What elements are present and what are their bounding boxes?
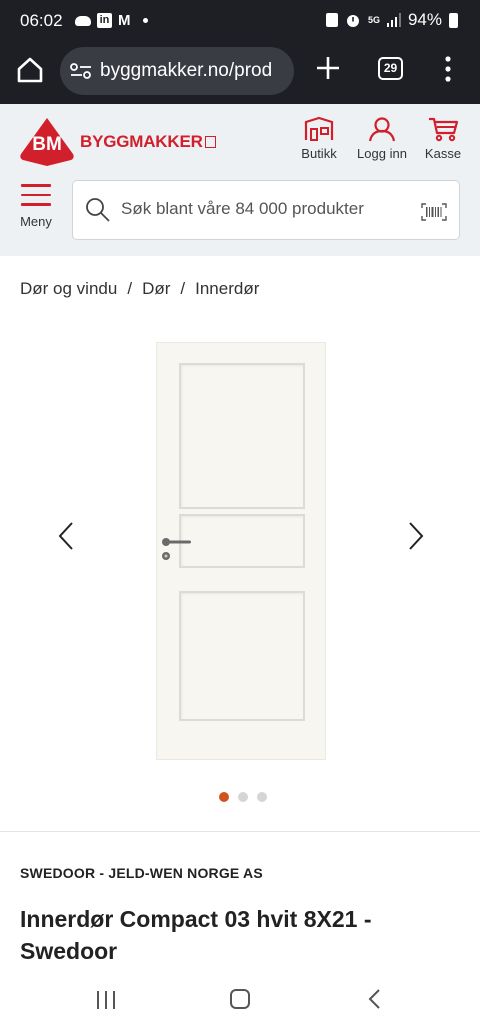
system-navigation-bar bbox=[0, 975, 480, 1029]
barcode-scan-icon[interactable] bbox=[421, 203, 447, 221]
divider bbox=[0, 831, 480, 832]
signal-icon bbox=[386, 13, 401, 27]
product-brand[interactable]: SWEDOOR - JELD-WEN NORGE AS bbox=[20, 865, 263, 881]
weather-icon bbox=[75, 15, 91, 26]
search-box[interactable] bbox=[72, 180, 460, 240]
door-handle-icon bbox=[162, 538, 191, 560]
product-image-gallery[interactable] bbox=[0, 320, 480, 820]
breadcrumb-separator: / bbox=[180, 279, 186, 298]
chevron-right-icon[interactable] bbox=[402, 520, 428, 552]
recent-apps-icon[interactable] bbox=[96, 990, 116, 1010]
gmail-icon: M bbox=[118, 12, 131, 29]
network-type: 5G bbox=[367, 14, 380, 25]
login-button[interactable]: Logg inn bbox=[352, 116, 412, 161]
battery-icon bbox=[449, 12, 458, 28]
home-button-icon[interactable] bbox=[230, 989, 250, 1009]
url-bar[interactable]: byggmakker.no/prod bbox=[60, 47, 294, 95]
product-image bbox=[156, 342, 326, 760]
user-icon bbox=[368, 117, 396, 142]
breadcrumb-item[interactable]: Dør bbox=[142, 279, 170, 299]
back-icon[interactable] bbox=[367, 988, 383, 1010]
battery-percent: 94% bbox=[407, 10, 442, 29]
browser-toolbar: byggmakker.no/prod 29 bbox=[0, 40, 480, 104]
breadcrumb-item[interactable]: Dør og vindu bbox=[20, 279, 117, 299]
alarm-icon bbox=[346, 15, 359, 27]
tab-switcher-button[interactable]: 29 bbox=[378, 57, 403, 80]
store-icon bbox=[304, 116, 334, 141]
url-text: byggmakker.no/prod bbox=[100, 60, 273, 81]
site-settings-icon[interactable] bbox=[70, 63, 92, 79]
site-header: BM BYGGMAKKER Butikk Logg inn Kasse Meny bbox=[0, 104, 480, 256]
notification-dot-icon bbox=[142, 18, 148, 23]
gallery-dot[interactable] bbox=[219, 792, 229, 802]
status-bar: 06:02 in M 5G 94% bbox=[0, 0, 480, 40]
menu-button[interactable]: Meny bbox=[16, 184, 56, 229]
logo-wordmark: BYGGMAKKER bbox=[80, 132, 216, 152]
breadcrumb: Dør og vindu / Dør / Innerdør bbox=[20, 279, 259, 299]
status-time: 06:02 bbox=[20, 11, 63, 30]
cart-button[interactable]: Kasse bbox=[413, 116, 473, 161]
gallery-pagination bbox=[219, 792, 267, 802]
hamburger-icon bbox=[21, 184, 51, 206]
gallery-dot[interactable] bbox=[257, 792, 267, 802]
sim-icon bbox=[325, 13, 338, 27]
linkedin-icon: in bbox=[97, 13, 112, 28]
new-tab-icon[interactable] bbox=[313, 53, 343, 83]
store-button[interactable]: Butikk bbox=[289, 116, 349, 161]
gallery-dot[interactable] bbox=[238, 792, 248, 802]
breadcrumb-item[interactable]: Innerdør bbox=[195, 279, 259, 299]
chevron-left-icon[interactable] bbox=[54, 520, 80, 552]
product-title: Innerdør Compact 03 hvit 8X21 - Swedoor bbox=[20, 906, 372, 964]
byggmakker-logo[interactable]: BM BYGGMAKKER bbox=[18, 116, 216, 168]
cart-icon bbox=[429, 117, 459, 142]
search-icon bbox=[86, 198, 110, 222]
more-options-icon[interactable] bbox=[444, 54, 452, 84]
search-input[interactable] bbox=[121, 199, 411, 219]
breadcrumb-separator: / bbox=[127, 279, 133, 298]
home-icon[interactable] bbox=[14, 54, 46, 86]
logo-k-icon bbox=[204, 136, 216, 148]
